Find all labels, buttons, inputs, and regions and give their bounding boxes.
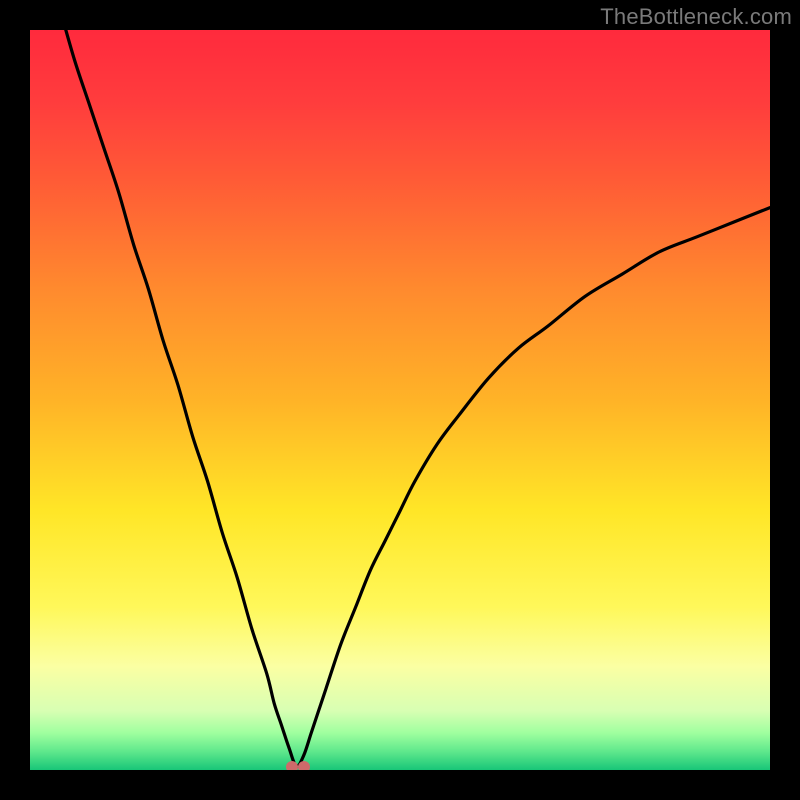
marker-dot <box>298 761 310 770</box>
attribution-label: TheBottleneck.com <box>600 4 792 30</box>
marker-dot <box>286 761 298 770</box>
minimum-marker <box>286 760 310 770</box>
bottleneck-curve <box>30 30 770 770</box>
plot-area <box>30 30 770 770</box>
chart-container: TheBottleneck.com <box>0 0 800 800</box>
